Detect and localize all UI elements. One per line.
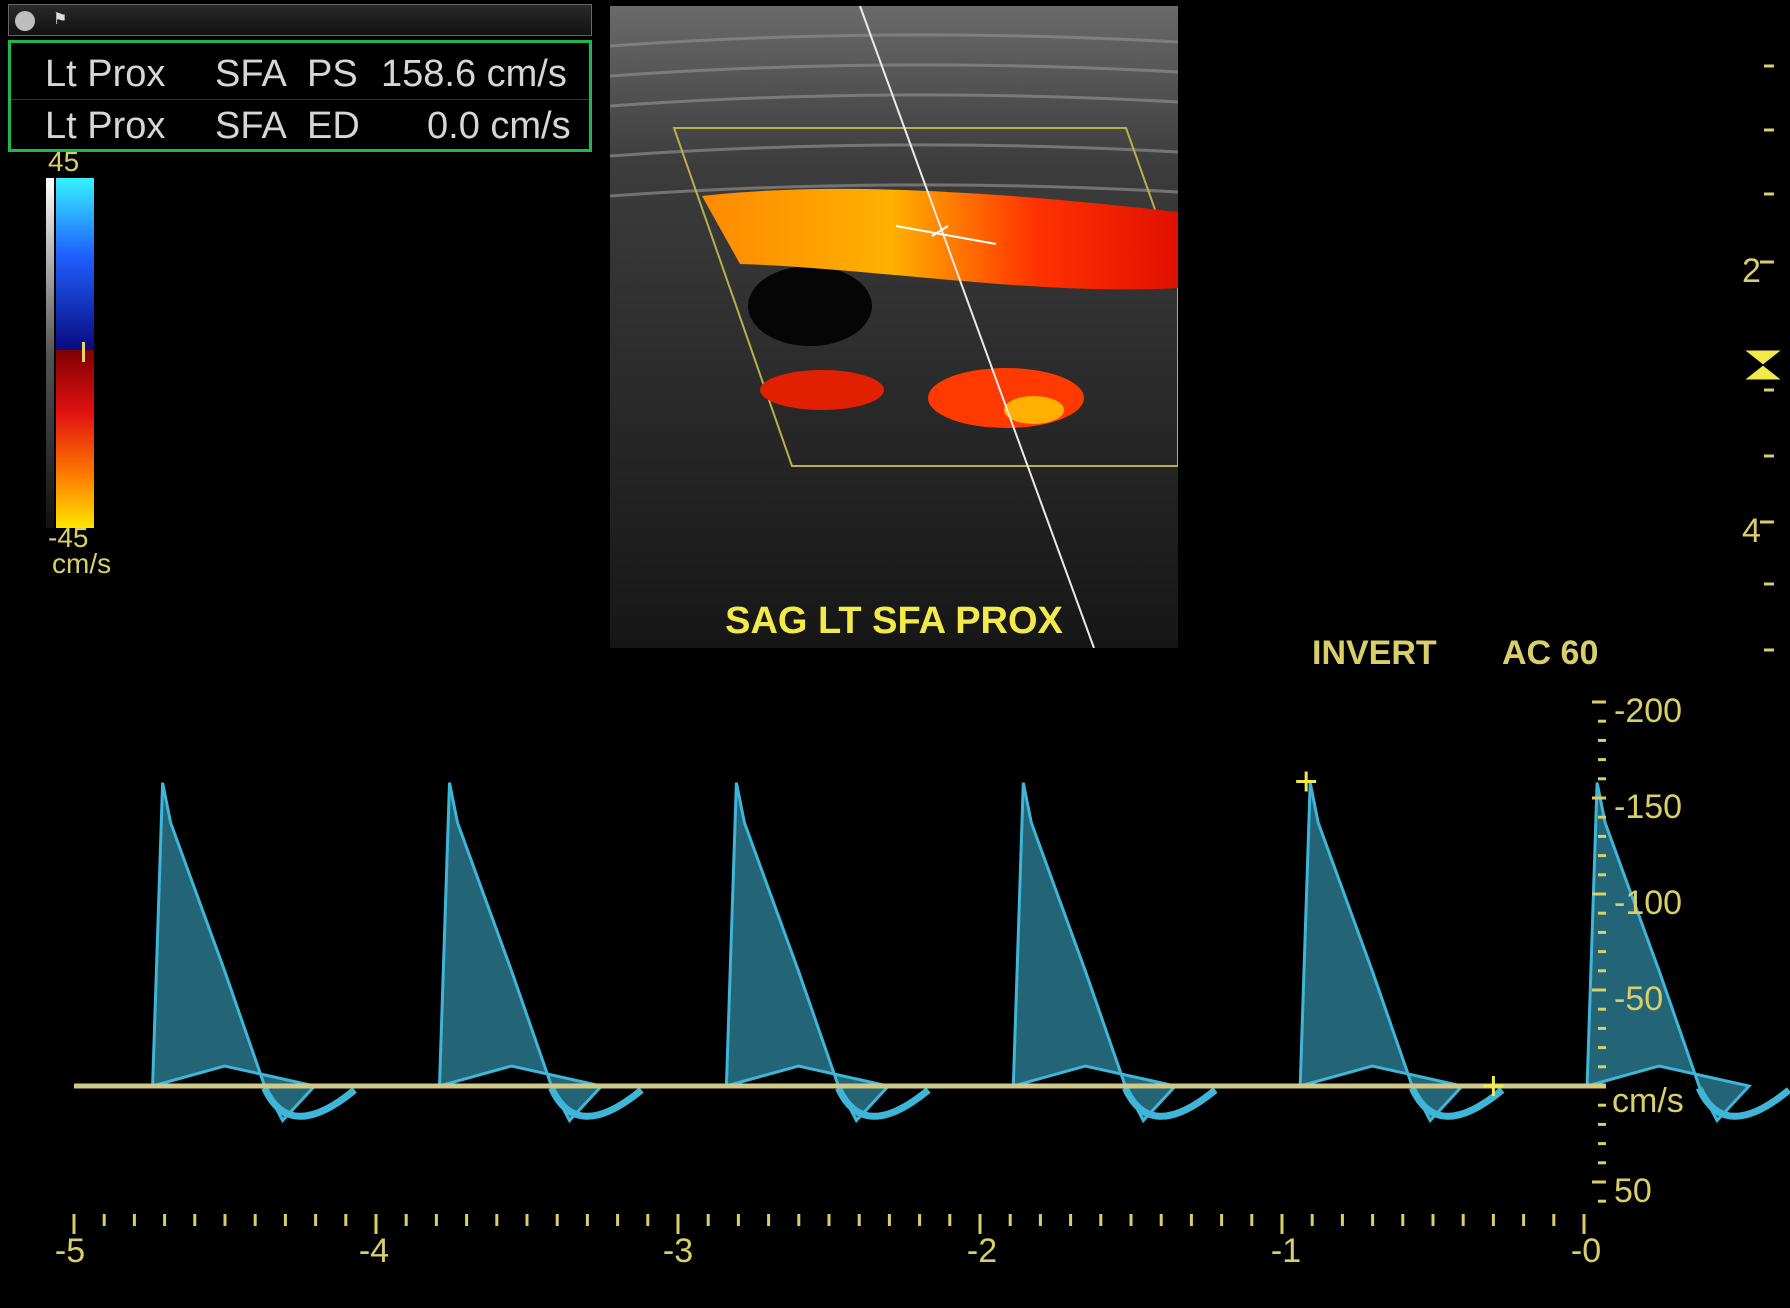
measurement-value: 0.0 cm/s <box>427 105 571 147</box>
color-velocity-bar <box>46 178 94 528</box>
systolic-complex <box>1585 782 1790 1124</box>
window-status-dot-icon[interactable] <box>15 11 35 31</box>
y-axis-unit: cm/s <box>1612 1082 1684 1120</box>
depth-mark-4: 4 <box>1742 512 1761 550</box>
measurement-param: ED <box>307 105 360 147</box>
systolic-complex <box>151 782 357 1124</box>
measurement-vessel: SFA <box>215 105 287 147</box>
systolic-complex <box>437 782 644 1124</box>
systolic-complex <box>724 782 931 1124</box>
depth-mark-2: 2 <box>1742 252 1761 290</box>
measurement-param: PS <box>307 53 358 95</box>
window-titlebar: ⚑ <box>8 4 592 36</box>
measurement-row-ed: Lt Prox SFA ED 0.0 cm/s <box>11 99 589 151</box>
spectral-waveform <box>151 782 1790 1124</box>
color-scale-top-label: 45 <box>48 146 80 177</box>
x-axis-label-minus1: -1 <box>1270 1232 1302 1270</box>
color-scale-unit: cm/s <box>52 548 112 579</box>
x-axis-label-minus5: -5 <box>54 1232 86 1270</box>
measurement-panel: Lt Prox SFA PS 158.6 cm/s Lt Prox SFA ED… <box>8 40 592 152</box>
spectral-doppler-chart <box>72 700 1790 1234</box>
y-axis-label-minus100: -100 <box>1614 884 1683 922</box>
y-axis-label-50: 50 <box>1614 1172 1652 1210</box>
measurement-value: 158.6 cm/s <box>381 53 567 95</box>
systolic-complex <box>1298 782 1505 1124</box>
y-axis-label-minus50: -50 <box>1614 980 1664 1018</box>
depth-scale <box>1742 64 1784 652</box>
measurement-vessel: SFA <box>215 53 287 95</box>
y-axis-label-minus200: -200 <box>1614 692 1683 730</box>
measurement-location: Lt Prox <box>45 53 166 95</box>
x-axis-label-0: -0 <box>1570 1232 1602 1270</box>
measurement-location: Lt Prox <box>45 105 166 147</box>
systolic-complex <box>1011 782 1218 1124</box>
y-axis-label-minus150: -150 <box>1614 788 1683 826</box>
flag-icon[interactable]: ⚑ <box>53 9 67 29</box>
ultrasound-color-image <box>610 6 1178 648</box>
focus-hourglass-icon <box>1742 349 1784 381</box>
image-annotation-label: SAG LT SFA PROX <box>725 600 1063 642</box>
x-axis-label-minus4: -4 <box>358 1232 390 1270</box>
x-axis-label-minus3: -3 <box>662 1232 694 1270</box>
measurement-row-ps: Lt Prox SFA PS 158.6 cm/s <box>11 47 589 100</box>
x-axis-label-minus2: -2 <box>966 1232 998 1270</box>
